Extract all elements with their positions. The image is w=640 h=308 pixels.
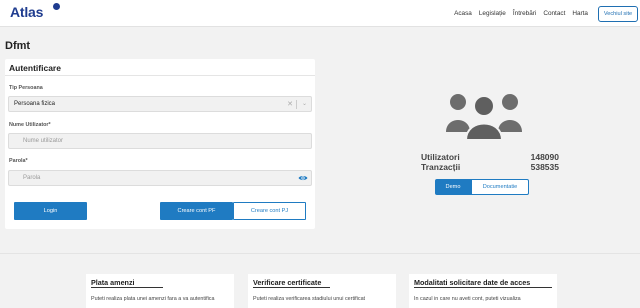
password-label: Parola*: [9, 158, 28, 164]
main-nav: Acasa Legislație Întrebări Contact Harta: [454, 10, 588, 17]
nav-item-harta[interactable]: Harta: [572, 10, 588, 17]
nav-item-intrebari[interactable]: Întrebări: [513, 10, 536, 17]
title-underline: [414, 287, 552, 288]
login-button[interactable]: Login: [14, 202, 87, 220]
logo-globe-icon: [53, 3, 60, 10]
password-field[interactable]: Parola: [8, 170, 312, 186]
users-value: 148090: [530, 152, 559, 162]
password-placeholder: Parola: [23, 175, 41, 181]
person-type-label: Tip Persoana: [9, 85, 43, 91]
nav-item-acasa[interactable]: Acasa: [454, 10, 472, 17]
info-card-access[interactable]: Modalitati solicitare date de acces In c…: [409, 274, 557, 308]
clear-icon[interactable]: ✕: [287, 100, 293, 108]
documentation-button[interactable]: Documentatie: [471, 179, 529, 195]
demo-button[interactable]: Demo: [435, 179, 471, 195]
transactions-stat: Tranzacții 538535: [421, 162, 559, 172]
auth-divider: [5, 75, 315, 76]
info-card-text: Puteti realiza verificarea stadiului unu…: [253, 296, 366, 302]
users-stat: Utilizatori 148090: [421, 152, 559, 162]
username-placeholder: Nume utilizator: [23, 138, 64, 144]
chevron-down-icon[interactable]: ⌄: [302, 100, 307, 107]
transactions-label: Tranzacții: [421, 162, 461, 172]
create-pj-account-button[interactable]: Creare cont PJ: [233, 202, 306, 220]
create-pf-account-button[interactable]: Creare cont PF: [160, 202, 233, 220]
users-label: Utilizatori: [421, 152, 460, 162]
username-label: Nume Utilizator*: [9, 122, 51, 128]
person-type-select[interactable]: Persoana fizica ✕ ⌄: [8, 96, 312, 112]
person-type-value: Persoana fizica: [14, 101, 56, 107]
users-group-icon: [446, 94, 522, 140]
transactions-value: 538535: [530, 162, 559, 172]
top-navigation-bar: Atlas Acasa Legislație Întrebări Contact…: [0, 0, 640, 27]
auth-card: Autentificare Tip Persoana Persoana fizi…: [5, 59, 315, 229]
info-card-title: Plata amenzi: [91, 278, 135, 287]
nav-item-legislatie[interactable]: Legislație: [479, 10, 506, 17]
info-card-title: Modalitati solicitare date de acces: [414, 278, 531, 287]
old-site-button[interactable]: Vechiul site: [598, 6, 638, 22]
nav-item-contact[interactable]: Contact: [543, 10, 565, 17]
info-card-fines[interactable]: Plata amenzi Puteti realiza plata unei a…: [86, 274, 234, 308]
info-card-text: Puteti realiza plata unei amenzi fara a …: [91, 296, 215, 302]
page-title: Dfmt: [5, 40, 31, 52]
info-card-certificates[interactable]: Verificare certificate Puteti realiza ve…: [248, 274, 396, 308]
title-underline: [253, 287, 330, 288]
atlas-logo[interactable]: Atlas: [10, 4, 43, 20]
auth-title: Autentificare: [9, 63, 61, 73]
eye-icon[interactable]: [298, 174, 308, 182]
info-card-text: In cazul in care nu aveti cont, puteti v…: [414, 296, 521, 302]
title-underline: [91, 287, 163, 288]
select-separator: [296, 100, 297, 109]
stats-panel: Utilizatori 148090 Tranzacții 538535: [421, 152, 559, 172]
username-field[interactable]: Nume utilizator: [8, 133, 312, 149]
info-card-title: Verificare certificate: [253, 278, 322, 287]
section-divider: [0, 253, 640, 254]
